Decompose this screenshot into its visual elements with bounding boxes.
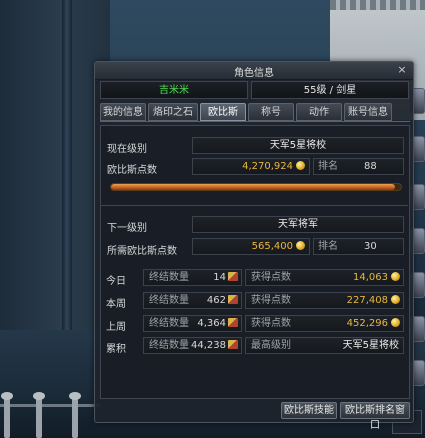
- abyss-point-icon: [391, 318, 400, 327]
- kill-icon: [228, 340, 238, 349]
- kills-label: 终结数量: [149, 340, 189, 351]
- abyss-points-field: 4,270,924: [192, 158, 310, 175]
- required-points-value: 565,400: [251, 241, 293, 252]
- period-week-label: 本周: [106, 299, 126, 310]
- fence-post: [69, 392, 81, 438]
- kills-cumulative-value: 44,238: [191, 340, 226, 351]
- abyss-point-icon: [296, 161, 305, 170]
- required-points-label: 所需欧比斯点数: [107, 246, 177, 257]
- window-title: 角色信息: [234, 68, 274, 79]
- tab-abyss[interactable]: 欧比斯: [200, 103, 246, 121]
- gain-last-week-field: 获得点数 452,296: [245, 315, 404, 332]
- tab-emotes[interactable]: 动作: [296, 103, 342, 121]
- highest-rank-field: 最高级别 天军5星将校: [245, 337, 404, 354]
- current-rank-value: 天军5星将校: [192, 137, 404, 154]
- kill-icon: [228, 318, 238, 327]
- current-ranking-label: 排名: [318, 161, 338, 172]
- period-cumulative-label: 累积: [106, 344, 126, 355]
- abyss-points-value: 4,270,924: [242, 161, 293, 172]
- tab-stigma-stone[interactable]: 烙印之石: [148, 103, 198, 121]
- current-rank-label: 现在级别: [107, 144, 147, 155]
- tab-my-info[interactable]: 我的信息: [100, 103, 146, 121]
- next-rank-value: 天军将军: [192, 216, 404, 233]
- close-icon[interactable]: ×: [395, 63, 409, 77]
- tab-titles[interactable]: 称号: [248, 103, 294, 121]
- gain-last-week-value: 452,296: [346, 318, 388, 329]
- fence-post: [33, 392, 45, 438]
- fence-rail: [0, 404, 100, 407]
- abyss-point-icon: [391, 295, 400, 304]
- kills-last-week-field: 终结数量 4,364: [143, 315, 242, 332]
- gain-today-value: 14,063: [353, 272, 388, 283]
- kills-today-value: 14: [213, 272, 226, 283]
- tab-account-info[interactable]: 账号信息: [344, 103, 392, 121]
- kills-label: 终结数量: [149, 295, 189, 306]
- kills-label: 终结数量: [149, 318, 189, 329]
- next-ranking-label: 排名: [318, 241, 338, 252]
- gain-label: 获得点数: [251, 295, 291, 306]
- highest-rank-value: 天军5星将校: [342, 340, 399, 351]
- window-titlebar[interactable]: 角色信息 ×: [95, 62, 413, 80]
- abyss-points-label: 欧比斯点数: [107, 165, 157, 176]
- character-name: 吉米米: [100, 81, 248, 99]
- kills-label: 终结数量: [149, 272, 189, 283]
- required-points-field: 565,400: [192, 238, 310, 255]
- abyss-ranking-window-button[interactable]: 欧比斯排名窗口: [340, 402, 410, 431]
- kill-icon: [228, 295, 238, 304]
- gain-week-value: 227,408: [346, 295, 388, 306]
- next-rank-label: 下一级别: [107, 223, 147, 234]
- abyss-progress-bar: [110, 183, 402, 191]
- gain-today-field: 获得点数 14,063: [245, 269, 404, 286]
- current-ranking-value: 88: [364, 161, 377, 172]
- highest-rank-label: 最高级别: [251, 340, 291, 351]
- gain-label: 获得点数: [251, 318, 291, 329]
- kills-cumulative-field: 终结数量 44,238: [143, 337, 242, 354]
- section-divider: [100, 205, 408, 206]
- abyss-point-icon: [391, 272, 400, 281]
- abyss-progress-fill: [111, 184, 396, 190]
- gain-week-field: 获得点数 227,408: [245, 292, 404, 309]
- next-ranking-field: 排名 30: [313, 238, 404, 255]
- kills-last-week-value: 4,364: [197, 318, 226, 329]
- tower-battlement: [330, 0, 425, 10]
- castle-pillar: [62, 0, 72, 330]
- kills-week-value: 462: [206, 295, 226, 306]
- current-ranking-field: 排名 88: [313, 158, 404, 175]
- abyss-point-icon: [296, 241, 305, 250]
- gain-label: 获得点数: [251, 272, 291, 283]
- kills-week-field: 终结数量 462: [143, 292, 242, 309]
- abyss-skills-button[interactable]: 欧比斯技能: [281, 402, 337, 419]
- kill-icon: [228, 272, 238, 281]
- next-ranking-value: 30: [364, 241, 377, 252]
- tab-divider: [100, 121, 410, 122]
- period-last-week-label: 上周: [106, 322, 126, 333]
- character-level-class: 55级 / 剑星: [251, 81, 409, 99]
- kills-today-field: 终结数量 14: [143, 269, 242, 286]
- fence-post: [1, 392, 13, 438]
- period-today-label: 今日: [106, 276, 126, 287]
